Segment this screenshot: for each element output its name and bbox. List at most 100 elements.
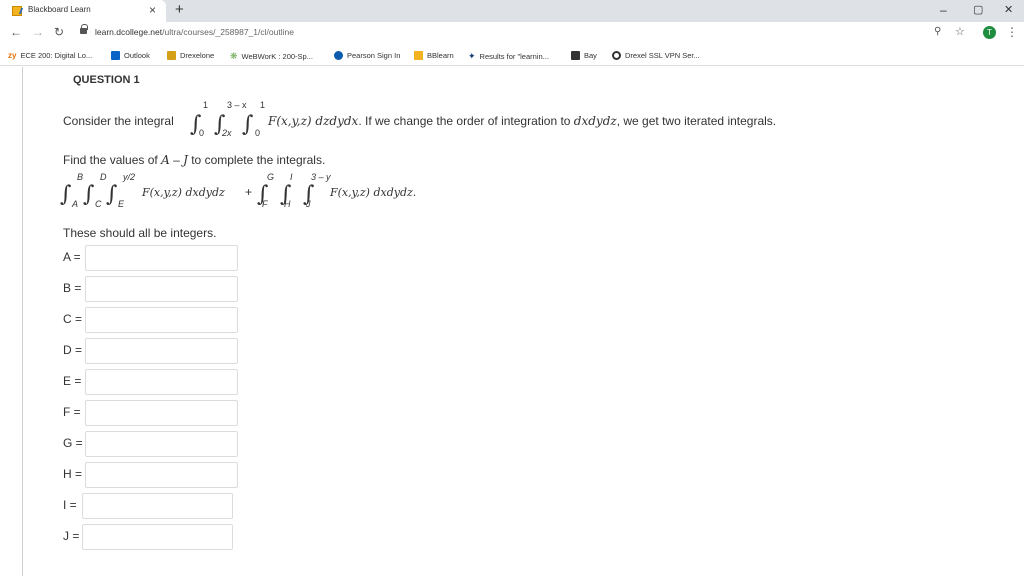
tab-close-icon[interactable]: × — [149, 3, 156, 17]
limit-b: B — [77, 172, 84, 182]
window-close-button[interactable]: ✕ — [1004, 2, 1013, 18]
limit-j: J — [306, 199, 311, 209]
find-values-text: Find the values of A – J to complete the… — [63, 153, 325, 167]
bay-icon — [571, 51, 580, 60]
bookmark-drexelone[interactable]: Drexelone — [167, 51, 214, 60]
blackboard-favicon-icon — [12, 6, 22, 16]
limit-h: H — [284, 199, 291, 209]
limit-g: G — [267, 172, 275, 182]
find-dash: – — [169, 153, 184, 167]
bookmark-bblearn[interactable]: BBlearn — [414, 51, 454, 60]
answer-label-c: C = — [63, 312, 83, 326]
integrand-2: F(x,y,z) dxdydz — [142, 186, 225, 199]
limit-inner-lower: 0 — [255, 128, 261, 138]
after-order-text: , we get two iterated integrals. — [616, 114, 777, 128]
outlook-icon — [111, 51, 120, 60]
vpn-icon — [612, 51, 621, 60]
limit-i: I — [290, 172, 293, 182]
answer-label-d: D = — [63, 343, 83, 357]
consider-text: Consider the integral — [63, 114, 174, 128]
webwork-icon: ❋ — [230, 51, 238, 61]
bookmark-outlook[interactable]: Outlook — [111, 51, 150, 60]
answer-label-h: H = — [63, 467, 83, 481]
url-host: learn.dcollege.net — [95, 27, 163, 37]
content-left-border — [22, 67, 23, 576]
bookmark-pearson[interactable]: Pearson Sign In — [334, 51, 400, 60]
bookmark-vpn[interactable]: Drexel SSL VPN Ser... — [612, 51, 700, 60]
bookmark-bay[interactable]: Bay — [571, 51, 597, 60]
limit-three-minus-y: 3 – y — [311, 172, 331, 182]
limit-d: D — [100, 172, 107, 182]
answer-input-a[interactable] — [85, 245, 238, 271]
answer-label-b: B = — [63, 281, 82, 295]
find-text: Find the values of — [63, 153, 162, 167]
zy-icon: zy — [8, 51, 17, 60]
maximize-button[interactable]: ▢ — [973, 2, 983, 18]
bookmark-label: Results for "learnin... — [479, 52, 549, 61]
reload-icon[interactable]: ↻ — [54, 25, 64, 39]
answer-label-g: G = — [63, 436, 83, 450]
limit-mid-lower: 2x — [222, 128, 232, 138]
lock-icon[interactable] — [80, 24, 88, 34]
question-title: QUESTION 1 — [73, 74, 140, 86]
integral-sign-icon: ∫ — [242, 112, 254, 137]
bookmark-webwork[interactable]: ❋ WeBWorK : 200-Sp... — [230, 51, 313, 61]
answer-input-g[interactable] — [85, 431, 238, 457]
answer-label-i: I = — [63, 498, 77, 512]
plus-sign: + — [245, 185, 253, 199]
answer-label-j: J = — [63, 529, 80, 543]
limit-c: C — [95, 199, 102, 209]
limit-a: A — [72, 199, 79, 209]
zoom-icon[interactable]: ⚲ — [934, 26, 941, 37]
question-prompt: Consider the integral — [63, 114, 174, 128]
answer-input-b[interactable] — [85, 276, 238, 302]
profile-avatar[interactable]: T — [983, 26, 996, 39]
minimize-button[interactable]: – — [940, 2, 947, 18]
answer-input-e[interactable] — [85, 369, 238, 395]
limit-outer-lower: 0 — [199, 128, 205, 138]
answer-input-d[interactable] — [85, 338, 238, 364]
url-path: /ultra/courses/_258987_1/cl/outline — [162, 27, 294, 37]
forward-arrow-icon[interactable]: → — [32, 25, 44, 39]
limit-outer-upper: 1 — [203, 100, 209, 110]
limit-inner-upper: 1 — [260, 100, 266, 110]
integrand-3: F(x,y,z) dxdydz. — [330, 186, 417, 199]
answer-input-j[interactable] — [82, 524, 233, 550]
limit-mid-upper: 3 – x — [227, 100, 247, 110]
bookmark-label: Pearson Sign In — [347, 51, 401, 60]
tab-title: Blackboard Learn — [28, 5, 91, 14]
pearson-icon — [334, 51, 343, 60]
bookmark-label: Outlook — [124, 51, 150, 60]
bookmark-star-icon[interactable]: ☆ — [955, 25, 965, 38]
limit-e: E — [118, 199, 125, 209]
tab-strip: Blackboard Learn × + – ▢ ✕ — [0, 0, 1024, 22]
answer-input-c[interactable] — [85, 307, 238, 333]
after-integral-text: . If we change the order of integration … — [358, 114, 574, 128]
find-end-text: to complete the integrals. — [187, 153, 326, 167]
back-arrow-icon[interactable]: ← — [10, 25, 22, 39]
bookmark-label: WeBWorK : 200-Sp... — [241, 52, 313, 61]
integral-sign-icon: ∫ — [83, 182, 95, 207]
bookmark-label: ECE 200: Digital Lo... — [20, 51, 93, 60]
answer-input-h[interactable] — [85, 462, 238, 488]
question-sentence: F(x,y,z) dzdydx. If we change the order … — [268, 114, 776, 128]
bookmark-ece200[interactable]: zy ECE 200: Digital Lo... — [8, 51, 92, 60]
find-a: A — [161, 153, 170, 167]
integrand-1: F(x,y,z) dzdydx — [268, 114, 359, 128]
bookmark-label: BBlearn — [427, 51, 454, 60]
integral-sign-icon: ∫ — [60, 182, 72, 207]
integer-note: These should all be integers. — [63, 226, 217, 240]
results-icon: ✦ — [468, 51, 476, 61]
answer-input-i[interactable] — [82, 493, 233, 519]
answer-label-e: E = — [63, 374, 82, 388]
answer-label-a: A = — [63, 250, 81, 264]
tab-blackboard[interactable]: Blackboard Learn × — [0, 0, 166, 22]
browser-menu-icon[interactable]: ⋮ — [1006, 25, 1018, 39]
answer-input-f[interactable] — [85, 400, 238, 426]
bookmark-label: Bay — [584, 51, 597, 60]
integral-sign-icon: ∫ — [106, 182, 118, 207]
limit-f: F — [262, 199, 268, 209]
bookmark-results[interactable]: ✦ Results for "learnin... — [468, 51, 549, 61]
new-tab-button[interactable]: + — [175, 2, 184, 18]
address-bar[interactable]: learn.dcollege.net/ultra/courses/_258987… — [95, 27, 294, 37]
